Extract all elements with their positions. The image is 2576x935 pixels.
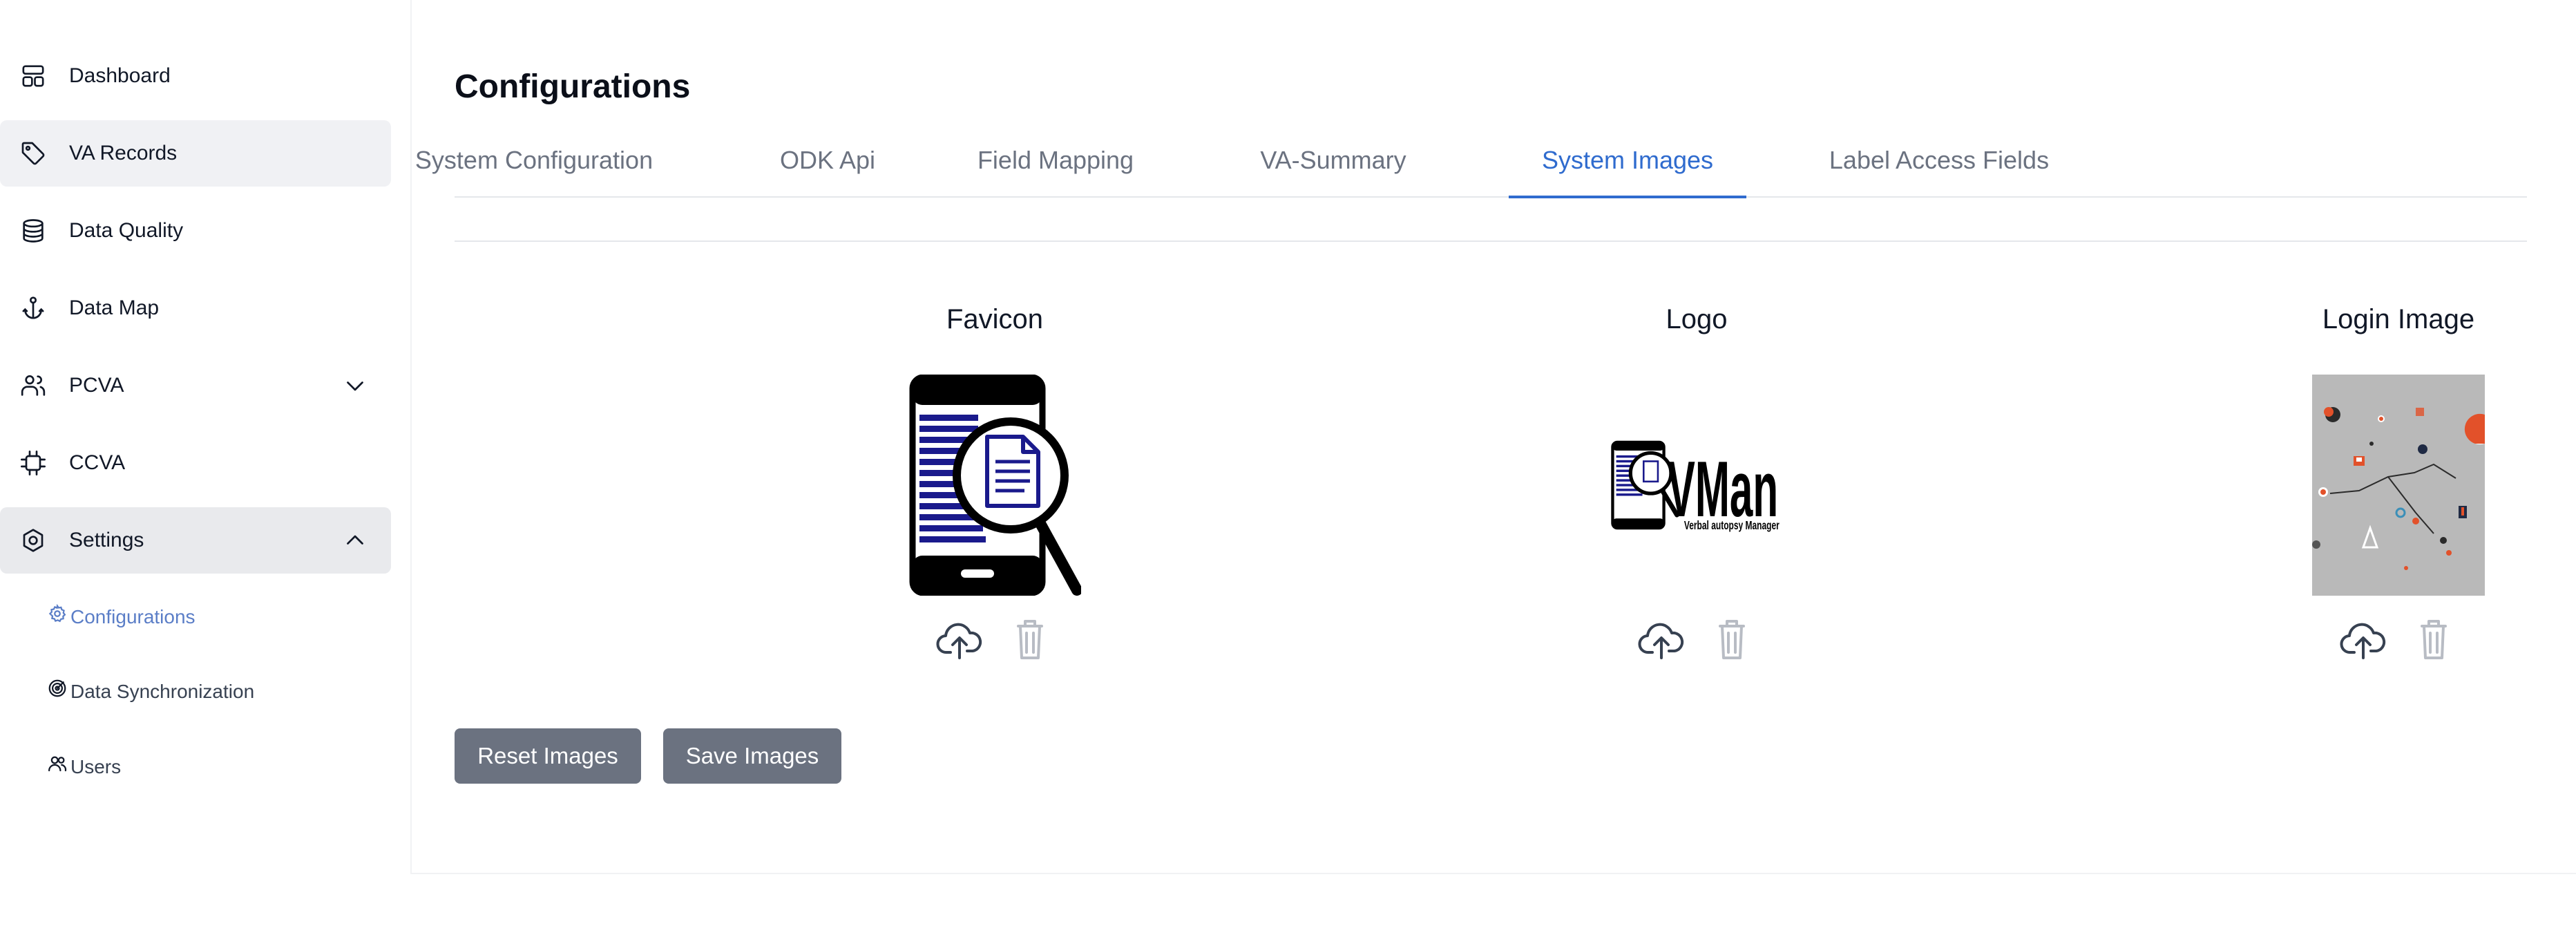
cloud-upload-icon [936,623,982,659]
settings-icon [19,527,47,554]
delete-favicon-button[interactable] [1006,616,1054,662]
logo-title: Logo [1666,304,1728,334]
sidebar-item-settings[interactable]: Settings [0,507,391,574]
sidebar-item-pcva[interactable]: PCVA [0,352,391,419]
reset-images-button[interactable]: Reset Images [455,728,641,784]
favicon-section: Favicon [788,304,1202,691]
trash-icon [1017,620,1043,659]
sidebar-item-label: Data Map [69,296,160,319]
database-icon [19,217,47,245]
user-group-icon [47,753,68,774]
trash-icon [1719,620,1745,659]
delete-login-image-button[interactable] [2410,616,2458,662]
logo-image: VMan Verbal autopsy Manager [1610,375,1783,596]
cpu-icon [19,449,47,477]
sidebar-subitem-configurations[interactable]: Configurations [47,600,195,634]
sidebar-item-data-quality[interactable]: Data Quality [0,198,391,264]
gear-icon [47,603,68,624]
logo-tagline: Verbal autopsy Manager [1684,518,1780,532]
delete-logo-button[interactable] [1708,616,1756,662]
main-content: Configurations System Configuration ODK A… [410,0,2576,874]
sidebar-item-label: Settings [69,529,144,551]
login-image-actions [2339,616,2458,662]
upload-favicon-button[interactable] [935,616,984,662]
upload-login-image-button[interactable] [2339,616,2387,662]
sidebar-item-label: VA Records [69,142,178,164]
favicon-image [908,375,1081,596]
app-root: Dashboard VA Records Data Quality Data M… [0,0,2576,935]
users-icon [19,372,47,399]
favicon-title: Favicon [946,304,1044,334]
tab-system-configuration[interactable]: System Configuration [415,124,653,196]
sidebar-subitem-label: Data Synchronization [70,681,255,702]
divider [455,240,2527,242]
sidebar: Dashboard VA Records Data Quality Data M… [0,43,394,851]
page-title: Configurations [455,68,691,105]
login-image-title: Login Image [2322,304,2475,334]
tag-icon [19,140,47,167]
login-image-section: Login Image [2191,304,2576,691]
sidebar-item-data-map[interactable]: Data Map [0,275,391,341]
tab-label-access-fields[interactable]: Label Access Fields [1810,124,2068,196]
cloud-upload-icon [2340,623,2386,659]
sidebar-subitem-label: Users [70,756,122,777]
sidebar-item-label: Dashboard [69,64,171,87]
tab-system-images[interactable]: System Images [1509,124,1746,198]
logo-section: Logo VMan Verbal autopsy Manager [1489,304,1904,691]
sidebar-item-va-records[interactable]: VA Records [0,120,391,187]
upload-logo-button[interactable] [1637,616,1686,662]
sidebar-item-label: CCVA [69,451,126,474]
tab-odk-api[interactable]: ODK Api [779,124,876,196]
sync-icon [47,678,68,699]
tab-va-summary[interactable]: VA-Summary [1250,124,1416,196]
login-image [2312,375,2485,596]
chevron-up-icon[interactable] [343,528,368,553]
favicon-actions [935,616,1054,662]
chevron-down-icon[interactable] [343,373,368,398]
logo-actions [1637,616,1756,662]
anchor-icon [19,294,47,322]
cloud-upload-icon [1638,623,1684,659]
sidebar-item-dashboard[interactable]: Dashboard [0,43,391,109]
save-images-button[interactable]: Save Images [663,728,841,784]
sidebar-subitem-label: Configurations [70,606,195,627]
tab-field-mapping[interactable]: Field Mapping [966,124,1145,196]
sidebar-item-label: PCVA [69,374,124,397]
tab-bar: System Configuration ODK Api Field Mapping… [415,124,2527,198]
sidebar-item-label: Data Quality [69,219,184,242]
sidebar-subitem-users[interactable]: Users [47,750,121,784]
sidebar-subitem-data-synchronization[interactable]: Data Synchronization [47,674,254,709]
dashboard-icon [19,62,47,90]
trash-icon [2421,620,2447,659]
sidebar-item-ccva[interactable]: CCVA [0,430,391,496]
